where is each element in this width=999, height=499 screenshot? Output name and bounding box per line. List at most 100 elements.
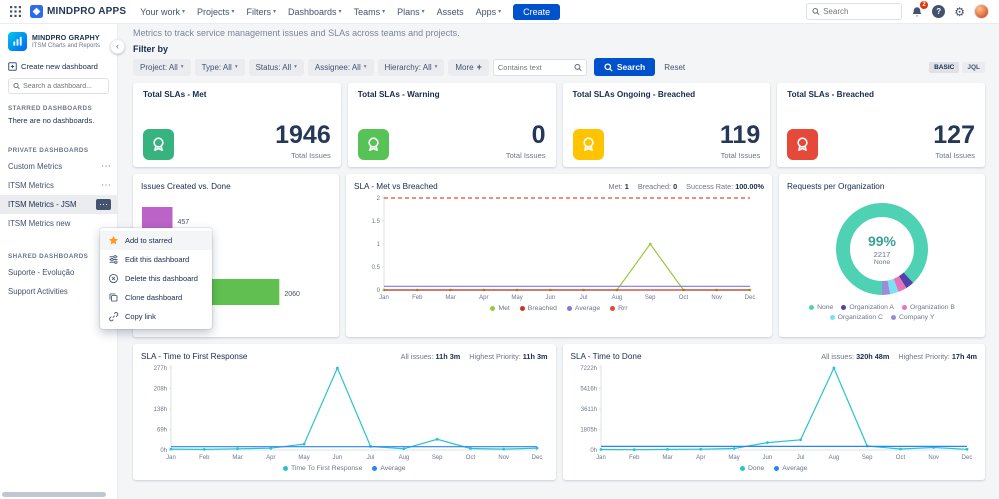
star-icon <box>108 235 119 246</box>
svg-text:7222h: 7222h <box>580 366 597 372</box>
sla-time-to-done-chart: 0h1805h3611h5416h7222hJanFebMarAprMayJun… <box>571 361 975 463</box>
chart-stats: Met:1Breached:0Success Rate:100.00% <box>609 182 764 191</box>
create-button[interactable]: Create <box>513 4 560 20</box>
menu-item-clone-dashboard[interactable]: Clone dashboard <box>100 288 212 307</box>
app-switcher-icon[interactable] <box>10 6 21 17</box>
create-new-dashboard[interactable]: Create new dashboard <box>0 57 117 76</box>
help-icon[interactable]: ? <box>932 5 945 18</box>
svg-text:Nov: Nov <box>928 455 939 461</box>
chart-stats: All issues:320h 48mHighest Priority:17h … <box>821 352 977 361</box>
more-options-icon[interactable]: ⋯ <box>96 199 111 210</box>
nav-item-dashboards[interactable]: Dashboards▾ <box>288 7 342 17</box>
dashboard-search[interactable] <box>8 78 109 94</box>
nav-item-your-work[interactable]: Your work▾ <box>140 7 185 17</box>
filter-status-all[interactable]: Status: All▾ <box>249 59 304 76</box>
menu-item-label: Edit this dashboard <box>125 255 189 264</box>
legend-dot <box>809 305 814 310</box>
more-options-icon[interactable]: ⋯ <box>101 181 111 191</box>
chevron-down-icon: ▾ <box>273 8 276 15</box>
app-logo[interactable]: MINDPRO APPS <box>30 5 126 18</box>
legend-dot <box>283 466 288 471</box>
chart-title: SLA - Time to First Response <box>141 352 247 361</box>
filter-hierarchy-all[interactable]: Hierarchy: All▾ <box>378 59 445 76</box>
svg-text:Oct: Oct <box>895 455 905 461</box>
contains-text-field[interactable] <box>493 59 587 76</box>
dashboard-item-custom-metrics[interactable]: Custom Metrics ⋯ <box>0 157 117 176</box>
search-icon <box>604 63 613 72</box>
global-search[interactable] <box>806 3 902 20</box>
filter-label: Assignee: All <box>315 63 361 72</box>
dashboard-search-input[interactable] <box>23 83 104 90</box>
jql-mode-button[interactable]: JQL <box>962 62 985 73</box>
chevron-down-icon: ▾ <box>382 8 385 15</box>
kpi-title: Total SLAs - Warning <box>358 90 546 99</box>
menu-item-delete-this-dashboard[interactable]: Delete this dashboard <box>100 269 212 288</box>
svg-text:2: 2 <box>377 196 381 202</box>
user-avatar[interactable] <box>974 4 989 19</box>
nav-item-filters[interactable]: Filters▾ <box>247 7 277 17</box>
kpi-title: Total SLAs - Met <box>143 90 331 99</box>
svg-text:Sep: Sep <box>432 455 443 461</box>
svg-text:Sep: Sep <box>645 295 656 301</box>
menu-item-label: Clone dashboard <box>125 293 182 302</box>
dashboard-item-itsm-metrics[interactable]: ITSM Metrics⋯ <box>0 176 117 195</box>
sidebar-app-header: MINDPRO GRAPHY ITSM Charts and Reports <box>0 24 117 57</box>
settings-gear-icon[interactable]: ⚙ <box>954 6 965 18</box>
svg-text:3611h: 3611h <box>580 407 596 413</box>
nav-item-apps[interactable]: Apps▾ <box>476 7 502 17</box>
more-filters-button[interactable]: More + <box>448 59 489 76</box>
query-mode-toggle: BASIC JQL <box>929 62 985 73</box>
nav-item-plans[interactable]: Plans▾ <box>397 7 425 17</box>
svg-text:Aug: Aug <box>399 455 410 461</box>
kpi-card-total-slas-breached: Total SLAs - Breached127Total Issues <box>777 83 985 167</box>
svg-text:Feb: Feb <box>629 455 640 461</box>
svg-text:Nov: Nov <box>498 455 509 461</box>
more-options-icon[interactable]: ⋯ <box>101 162 111 172</box>
chart-title: SLA - Met vs Breached <box>354 182 438 191</box>
dashboard-item-label: Suporte - Evolução <box>8 268 74 277</box>
legend-item: Organization C <box>830 314 883 321</box>
requests-per-organization-card: Requests per Organization 99% 2217 None … <box>779 174 985 337</box>
nav-item-assets[interactable]: Assets <box>437 7 464 17</box>
search-button-label: Search <box>617 62 645 72</box>
reset-button[interactable]: Reset <box>664 63 685 72</box>
donut-count: 2217 <box>874 250 891 259</box>
nav-item-label: Plans <box>397 7 420 17</box>
dashboard-item-label: ITSM Metrics new <box>8 219 70 228</box>
filter-project-all[interactable]: Project: All▾ <box>133 59 191 76</box>
menu-item-edit-this-dashboard[interactable]: Edit this dashboard <box>100 250 212 269</box>
legend-dot <box>740 466 745 471</box>
kpi-card-total-slas-met: Total SLAs - Met1946Total Issues <box>133 83 341 167</box>
top-navbar: MINDPRO APPS Your work▾Projects▾Filters▾… <box>0 0 999 24</box>
basic-mode-button[interactable]: BASIC <box>929 62 959 73</box>
svg-text:Aug: Aug <box>828 455 839 461</box>
kpi-caption: Total Issues <box>933 151 975 160</box>
starred-section-title: STARRED DASHBOARDS <box>0 97 117 115</box>
search-icon <box>13 82 20 90</box>
chart-legend: Time To First ResponseAverage <box>141 465 548 472</box>
global-search-input[interactable] <box>823 7 896 16</box>
filter-assignee-all[interactable]: Assignee: All▾ <box>308 59 374 76</box>
sidebar-collapse-button[interactable]: ‹ <box>110 39 125 54</box>
dashboard-item-itsm-metrics-jsm[interactable]: ITSM Metrics - JSM⋯ <box>0 195 117 214</box>
donut-label: None <box>874 259 890 266</box>
horizontal-scrollbar[interactable] <box>2 492 106 497</box>
filter-type-all[interactable]: Type: All▾ <box>195 59 245 76</box>
svg-text:Jul: Jul <box>367 455 375 461</box>
menu-item-copy-link[interactable]: Copy link <box>100 307 212 326</box>
notifications-bell-icon[interactable]: 2 <box>911 6 923 18</box>
svg-text:138h: 138h <box>154 407 167 413</box>
nav-item-label: Filters <box>247 7 272 17</box>
menu-item-add-to-starred[interactable]: Add to starred <box>100 231 212 250</box>
legend-dot <box>490 306 495 311</box>
nav-item-teams[interactable]: Teams▾ <box>354 7 386 17</box>
search-button[interactable]: Search <box>594 58 655 76</box>
chevron-down-icon: ▾ <box>294 64 297 70</box>
svg-text:457: 457 <box>177 219 189 226</box>
legend-item: Time To First Response <box>283 465 362 472</box>
nav-item-projects[interactable]: Projects▾ <box>197 7 235 17</box>
dashboard-description: Metrics to track service management issu… <box>133 28 985 38</box>
dashboard-item-label: Custom Metrics <box>8 162 62 171</box>
chart-title: SLA - Time to Done <box>571 352 642 361</box>
contains-text-input[interactable] <box>498 63 574 72</box>
